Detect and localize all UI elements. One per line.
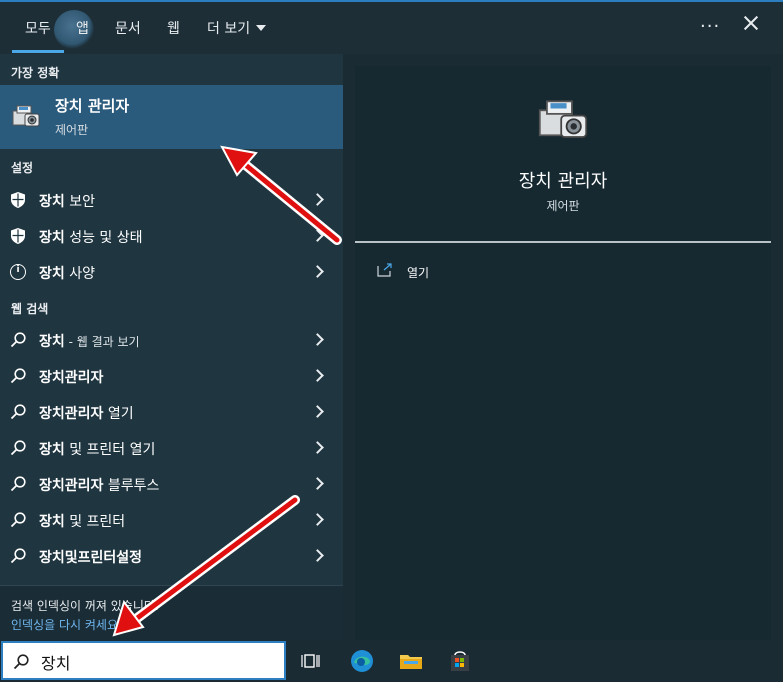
- edge-browser-icon[interactable]: [349, 648, 375, 674]
- tab-documents[interactable]: 문서: [115, 18, 141, 38]
- task-view-icon[interactable]: [298, 648, 324, 674]
- enable-indexing-link[interactable]: 인덱싱을 다시 켜세요.: [11, 616, 122, 633]
- web-search-item-label: 장치관리자 블루투스: [39, 478, 160, 494]
- search-icon: [10, 548, 26, 564]
- chevron-right-icon[interactable]: [311, 265, 324, 278]
- divider: [355, 241, 771, 243]
- web-search-item-label: 장치 - 웹 결과 보기: [39, 334, 140, 350]
- microsoft-store-icon[interactable]: [447, 648, 473, 674]
- chevron-right-icon[interactable]: [311, 441, 324, 454]
- chevron-right-icon[interactable]: [311, 477, 324, 490]
- web-search-item[interactable]: 장치관리자 블루투스: [0, 466, 343, 502]
- settings-item-device-specs[interactable]: i 장치 사양: [0, 254, 343, 290]
- chevron-right-icon[interactable]: [311, 229, 324, 242]
- tab-web[interactable]: 웹: [167, 18, 180, 38]
- results-panel: 가장 정확 장치 관리자 제어판 설정 장치 보안 장치 성능 및 상태 i 장…: [0, 54, 343, 641]
- indexing-footer: 검색 인덱싱이 꺼져 있습니다. 인덱싱을 다시 켜세요.: [0, 585, 343, 641]
- settings-item-label: 장치 성능 및 상태: [39, 230, 143, 246]
- tab-more[interactable]: 더 보기: [207, 18, 267, 38]
- search-input[interactable]: [39, 649, 283, 675]
- web-search-item-label: 장치및프린터설정: [39, 550, 143, 566]
- web-search-item-label: 장치관리자: [39, 370, 104, 386]
- tab-more-label: 더 보기: [207, 21, 251, 37]
- search-icon: [10, 368, 26, 384]
- file-explorer-icon[interactable]: [398, 648, 424, 674]
- settings-item-device-performance[interactable]: 장치 성능 및 상태: [0, 218, 343, 254]
- chevron-right-icon[interactable]: [311, 193, 324, 206]
- device-manager-icon: [538, 100, 588, 138]
- settings-item-device-security[interactable]: 장치 보안: [0, 182, 343, 218]
- settings-item-label: 장치 사양: [39, 266, 95, 282]
- open-action[interactable]: 열기: [377, 263, 577, 283]
- search-box[interactable]: [1, 641, 286, 680]
- web-search-item[interactable]: 장치 및 프린터: [0, 502, 343, 538]
- open-external-icon: [377, 263, 392, 277]
- preview-panel: 장치 관리자 제어판 열기: [355, 66, 771, 640]
- web-search-item[interactable]: 장치관리자: [0, 358, 343, 394]
- best-match-subtitle: 제어판: [55, 123, 89, 137]
- shield-icon: [11, 228, 25, 244]
- indexing-message: 검색 인덱싱이 꺼져 있습니다.: [11, 599, 159, 613]
- chevron-down-icon: [256, 25, 267, 31]
- web-search-item[interactable]: 장치관리자 열기: [0, 394, 343, 430]
- preview-title: 장치 관리자: [518, 171, 608, 192]
- web-search-item-label: 장치관리자 열기: [39, 406, 134, 422]
- best-match-item[interactable]: 장치 관리자 제어판: [0, 85, 343, 149]
- chevron-right-icon[interactable]: [311, 549, 324, 562]
- shield-icon: [11, 192, 25, 208]
- web-search-item[interactable]: 장치및프린터설정: [0, 538, 343, 574]
- web-search-item-label: 장치 및 프린터 열기: [39, 442, 156, 458]
- web-search-item-label: 장치 및 프린터: [39, 514, 126, 530]
- section-best-match: 가장 정확: [11, 66, 60, 80]
- search-icon: [10, 512, 26, 528]
- more-options-icon[interactable]: ···: [700, 16, 720, 37]
- info-icon: i: [10, 264, 26, 280]
- tab-all[interactable]: 모두: [12, 18, 64, 53]
- search-tab-bar: 모두 앱 문서 웹 더 보기 ···: [0, 0, 783, 54]
- chevron-right-icon[interactable]: [311, 369, 324, 382]
- taskbar: [0, 640, 783, 682]
- search-icon: [10, 476, 26, 492]
- chevron-right-icon[interactable]: [311, 333, 324, 346]
- settings-item-label: 장치 보안: [39, 194, 95, 210]
- web-search-item[interactable]: 장치 및 프린터 열기: [0, 430, 343, 466]
- search-icon: [10, 440, 26, 456]
- section-web-search: 웹 검색: [11, 302, 49, 316]
- chevron-right-icon[interactable]: [311, 405, 324, 418]
- close-icon[interactable]: [742, 14, 760, 32]
- preview-subtitle: 제어판: [546, 199, 580, 213]
- device-manager-icon: [12, 105, 40, 127]
- web-search-item[interactable]: 장치 - 웹 결과 보기: [0, 322, 343, 358]
- section-settings: 설정: [11, 161, 34, 175]
- search-icon: [13, 654, 29, 670]
- search-icon: [10, 332, 26, 348]
- tab-apps[interactable]: 앱: [76, 18, 89, 38]
- chevron-right-icon[interactable]: [311, 513, 324, 526]
- open-action-label: 열기: [407, 266, 430, 280]
- search-icon: [10, 404, 26, 420]
- best-match-title: 장치 관리자: [55, 97, 130, 115]
